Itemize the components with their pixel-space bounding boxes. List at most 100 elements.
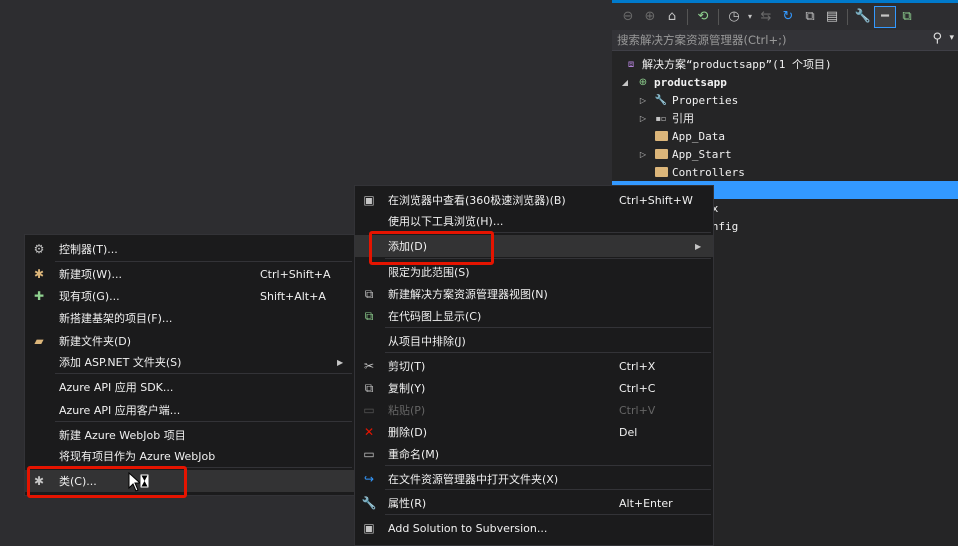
toolbar-separator	[687, 8, 688, 25]
folder-icon	[654, 130, 668, 142]
expander-arrow-icon[interactable]: ◢	[620, 78, 630, 87]
context-menu-item[interactable]: 从项目中排除(J)	[355, 330, 713, 352]
controller-icon: ⚙	[33, 242, 45, 256]
menu-item-label: 新建 Azure WebJob 项目	[59, 429, 186, 442]
tree-item-label: 引用	[672, 112, 694, 125]
forward-icon[interactable]: ⊕	[640, 7, 660, 27]
tree-item[interactable]: ▷ 🔧 Properties	[612, 91, 958, 109]
context-menu-item[interactable]: ▭ 粘贴(P) Ctrl+V	[355, 399, 713, 421]
show-all-files-icon[interactable]: ▤	[822, 7, 842, 27]
menu-item-label: 从项目中排除(J)	[388, 335, 466, 348]
add-submenu-item[interactable]: ✱ 新建项(W)... Ctrl+Shift+A	[25, 263, 354, 285]
context-menu-item[interactable]: ✕ 删除(D) Del	[355, 421, 713, 443]
add-submenu-item[interactable]: ▰ 新建文件夹(D)	[25, 330, 354, 352]
menu-item-shortcut: Ctrl+C	[619, 381, 656, 395]
menu-separator	[55, 421, 352, 422]
add-submenu-item[interactable]: 将现有项目作为 Azure WebJob	[25, 445, 354, 467]
menu-item-label: 新建文件夹(D)	[59, 335, 132, 348]
context-menu-item[interactable]: ▣ 在浏览器中查看(360极速浏览器)(B) Ctrl+Shift+W	[355, 189, 713, 211]
menu-item-shortcut: Ctrl+V	[619, 403, 656, 417]
tree-item[interactable]: ▷ ▪▫ 引用	[612, 109, 958, 127]
collapse-all-icon[interactable]: ⧉	[800, 7, 820, 27]
menu-item-shortcut: Ctrl+Shift+W	[619, 193, 693, 207]
sync-icon[interactable]: ⟲	[693, 7, 713, 27]
subversion-icon: ▣	[363, 521, 375, 535]
tree-item[interactable]: ◢ ⊕ productsapp	[612, 73, 958, 91]
solution-explorer-search-input[interactable]: 搜索解决方案资源管理器(Ctrl+;) ⚲ ▾	[612, 30, 958, 51]
folder-icon	[654, 166, 668, 178]
expander-arrow-icon[interactable]: ▷	[638, 114, 648, 123]
menu-separator	[385, 352, 711, 353]
toolbar-separator	[718, 8, 719, 25]
submenu-arrow-icon: ▶	[337, 357, 344, 367]
expander-arrow-icon[interactable]: ▷	[638, 150, 648, 159]
add-submenu-item[interactable]: 新建 Azure WebJob 项目	[25, 424, 354, 446]
swap-icon[interactable]: ⇆	[756, 7, 776, 27]
add-submenu: ⚙ 控制器(T)... ✱ 新建项(W)... Ctrl+Shift+A ✚ 现有项(G).…	[24, 234, 355, 496]
submenu-arrow-icon: ▶	[695, 241, 702, 251]
search-placeholder: 搜索解决方案资源管理器(Ctrl+;)	[617, 33, 787, 47]
tree-item[interactable]: ▷ App_Start	[612, 145, 958, 163]
web-project-icon: ⊕	[638, 76, 648, 88]
tree-item-label: productsapp	[654, 75, 727, 89]
tree-item-label: 解决方案“productsapp”(1 个项目)	[642, 58, 832, 71]
menu-item-label: 限定为此范围(S)	[388, 266, 470, 279]
menu-item-label: 复制(Y)	[388, 382, 426, 395]
menu-separator	[385, 327, 711, 328]
browser-icon: ▣	[363, 193, 375, 207]
new-item-icon: ✱	[33, 267, 45, 281]
menu-item-shortcut: Alt+Enter	[619, 496, 673, 510]
wrench-icon[interactable]: 🔧	[853, 7, 873, 27]
context-menu-item[interactable]: ↪ 在文件资源管理器中打开文件夹(X)	[355, 468, 713, 490]
preview-selected-icon[interactable]: ━	[874, 5, 896, 28]
menu-separator	[385, 514, 711, 515]
add-submenu-item[interactable]: Azure API 应用 SDK...	[25, 376, 354, 398]
code-map-icon: ⧉	[364, 308, 374, 323]
scissors-icon: ✂	[363, 359, 375, 373]
menu-item-shortcut: Ctrl+X	[619, 359, 656, 373]
refresh-icon[interactable]: ↻	[778, 7, 798, 27]
wrench-icon: 🔧	[361, 496, 377, 510]
chevron-down-icon[interactable]: ▾	[746, 7, 754, 27]
context-menu-item[interactable]: ▣ Add Solution to Subversion...	[355, 517, 713, 539]
menu-item-label: 新搭建基架的项目(F)...	[59, 312, 173, 325]
menu-item-label: 将现有项目作为 Azure WebJob	[59, 450, 216, 463]
delete-x-icon: ✕	[363, 425, 375, 439]
add-submenu-item[interactable]: ⚙ 控制器(T)...	[25, 238, 354, 260]
chevron-down-icon[interactable]: ▾	[949, 33, 954, 43]
solution-explorer-toolbar: ⊖ ⊕ ⌂ ⟲ ◷ ▾ ⇆ ↻ ⧉ ▤ 🔧 ━ ⧉	[612, 3, 958, 30]
pending-changes-icon[interactable]: ◷	[724, 7, 744, 27]
context-menu-item[interactable]: ▭ 重命名(M)	[355, 443, 713, 465]
context-menu-item[interactable]: ✂ 剪切(T) Ctrl+X	[355, 355, 713, 377]
search-icon[interactable]: ⚲	[932, 31, 942, 46]
existing-item-icon: ✚	[33, 289, 45, 303]
context-menu-item[interactable]: ⧉ 复制(Y) Ctrl+C	[355, 377, 713, 399]
back-icon[interactable]: ⊖	[618, 7, 638, 27]
code-map-icon[interactable]: ⧉	[897, 7, 917, 27]
menu-item-label: 属性(R)	[388, 497, 427, 510]
menu-separator	[55, 261, 352, 262]
highlight-box-add	[369, 231, 494, 265]
highlight-box-class	[27, 466, 187, 498]
menu-item-label: 在浏览器中查看(360极速浏览器)(B)	[388, 194, 566, 207]
tree-item-label: App_Data	[672, 129, 725, 143]
add-submenu-item[interactable]: 新搭建基架的项目(F)...	[25, 307, 354, 329]
context-menu-item[interactable]: ⧉ 在代码图上显示(C)	[355, 305, 713, 327]
home-icon[interactable]: ⌂	[662, 7, 682, 27]
toolbar-separator	[847, 8, 848, 25]
tree-item[interactable]: Controllers	[612, 163, 958, 181]
tree-item[interactable]: App_Data	[612, 127, 958, 145]
add-submenu-item[interactable]: ✚ 现有项(G)... Shift+Alt+A	[25, 285, 354, 307]
context-menu-item[interactable]: ⧉ 新建解决方案资源管理器视图(N)	[355, 283, 713, 305]
tree-item-label: Controllers	[672, 165, 745, 179]
references-icon: ▪▫	[655, 113, 667, 123]
menu-separator	[385, 465, 711, 466]
context-menu-item[interactable]: 使用以下工具浏览(H)...	[355, 210, 713, 232]
add-submenu-item[interactable]: 添加 ASP.NET 文件夹(S) ▶	[25, 351, 354, 373]
expander-arrow-icon[interactable]: ▷	[638, 96, 648, 105]
tree-item-label: Properties	[672, 93, 739, 107]
context-menu-item[interactable]: 🔧 属性(R) Alt+Enter	[355, 492, 713, 514]
tree-item[interactable]: ⧈ 解决方案“productsapp”(1 个项目)	[612, 55, 958, 73]
add-submenu-item[interactable]: Azure API 应用客户端...	[25, 399, 354, 421]
busy-hourglass-icon	[140, 474, 149, 488]
